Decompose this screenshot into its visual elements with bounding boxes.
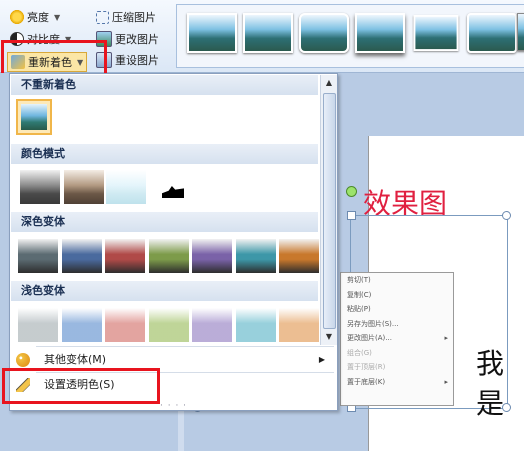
- rotate-handle[interactable]: [346, 186, 357, 197]
- context-menu-item[interactable]: 另存为图片(S)...: [341, 317, 453, 332]
- section-dark-variations: 深色变体: [11, 212, 318, 232]
- context-menu: 剪切(T) 复制(C) 粘贴(P) 另存为图片(S)... 更改图片(A)... ▸ 组合(…: [340, 272, 454, 406]
- compress-button[interactable]: 压缩图片: [96, 9, 156, 25]
- transparent-highlight: [2, 368, 160, 404]
- scroll-thumb[interactable]: [323, 93, 336, 329]
- style-thumb[interactable]: [187, 13, 237, 53]
- brightness-button[interactable]: 亮度 ▼: [10, 9, 60, 25]
- silhouette: [162, 186, 184, 198]
- section-color-modes: 颜色模式: [11, 144, 318, 164]
- light-variation-swatch[interactable]: [235, 308, 276, 342]
- section-light-variations: 浅色变体: [11, 281, 318, 301]
- context-menu-item[interactable]: 复制(C): [341, 288, 453, 303]
- thumbnail: [21, 104, 47, 130]
- context-menu-label: 另存为图片(S)...: [347, 319, 399, 328]
- compress-label: 压缩图片: [112, 11, 156, 24]
- context-menu-item[interactable]: 剪切(T): [341, 273, 453, 288]
- dropdown-scrollbar[interactable]: ▲ ▼: [320, 75, 337, 345]
- black-white-swatch[interactable]: [150, 170, 190, 204]
- context-menu-item[interactable]: 置于底层(K) ▸: [341, 375, 453, 390]
- section-no-recolor: 不重新着色: [11, 75, 318, 95]
- context-menu-item: 置于顶层(R): [341, 360, 453, 375]
- dark-variation-swatch[interactable]: [148, 239, 189, 273]
- submenu-arrow-icon: ▸: [444, 377, 448, 386]
- brightness-label: 亮度: [27, 11, 49, 24]
- no-recolor-swatch[interactable]: [16, 99, 52, 135]
- chevron-down-icon: ▼: [54, 12, 61, 22]
- context-menu-label: 更改图片(A)...: [347, 334, 392, 342]
- change-label: 更改图片: [115, 33, 159, 46]
- context-menu-item: 组合(G): [341, 346, 453, 361]
- menu-separator: [36, 346, 334, 347]
- context-menu-label: 组合(G): [347, 348, 372, 357]
- dark-variation-swatch[interactable]: [192, 239, 232, 273]
- light-variation-swatch[interactable]: [18, 308, 58, 342]
- scroll-down-icon[interactable]: ▼: [321, 329, 337, 345]
- context-menu-item[interactable]: 更改图片(A)... ▸: [341, 331, 453, 346]
- light-variation-swatch[interactable]: [148, 308, 189, 342]
- context-menu-label: 剪切(T): [347, 276, 371, 284]
- dark-variation-swatch[interactable]: [279, 239, 319, 273]
- dark-variation-swatch[interactable]: [105, 239, 145, 273]
- palette-icon: [16, 353, 30, 367]
- picture-styles-gallery[interactable]: [176, 4, 524, 68]
- submenu-arrow-icon: ▶: [318, 355, 325, 364]
- style-thumb[interactable]: [355, 13, 405, 53]
- style-thumb[interactable]: [467, 13, 517, 53]
- recolor-dropdown: 不重新着色 颜色模式 深色变体 浅色变体 ▲ ▼ 其他变体(M) ▶ 设置透明色…: [9, 73, 338, 411]
- compress-icon: [96, 10, 109, 24]
- style-thumb[interactable]: [299, 13, 349, 53]
- context-menu-label: 置于顶层(R): [347, 363, 386, 371]
- light-variation-swatch[interactable]: [192, 308, 232, 342]
- context-menu-item[interactable]: 粘贴(P): [341, 302, 453, 317]
- washout-swatch[interactable]: [106, 170, 146, 204]
- style-thumb[interactable]: [517, 13, 524, 51]
- light-variation-swatch[interactable]: [105, 308, 145, 342]
- scroll-up-icon[interactable]: ▲: [321, 75, 337, 91]
- context-menu-label: 置于底层(K): [347, 377, 386, 386]
- grayscale-swatch[interactable]: [20, 170, 60, 204]
- style-thumb[interactable]: [413, 15, 459, 51]
- light-variation-swatch[interactable]: [61, 308, 102, 342]
- dark-variation-swatch[interactable]: [235, 239, 276, 273]
- dark-variation-swatch[interactable]: [18, 239, 58, 273]
- light-variation-swatch[interactable]: [279, 308, 319, 342]
- resize-grip[interactable]: · · · ·: [160, 401, 187, 411]
- slide-body-text: 我是: [476, 347, 505, 420]
- reset-label: 重设图片: [115, 54, 159, 67]
- context-menu-label: 粘贴(P): [347, 305, 371, 313]
- style-thumb[interactable]: [243, 13, 293, 53]
- resize-handle[interactable]: [347, 211, 356, 220]
- dark-variation-swatch[interactable]: [61, 239, 102, 273]
- submenu-arrow-icon: ▸: [444, 334, 448, 342]
- resize-handle[interactable]: [502, 211, 511, 220]
- sun-icon: [10, 10, 24, 24]
- context-menu-label: 复制(C): [347, 290, 372, 299]
- sepia-swatch[interactable]: [64, 170, 104, 204]
